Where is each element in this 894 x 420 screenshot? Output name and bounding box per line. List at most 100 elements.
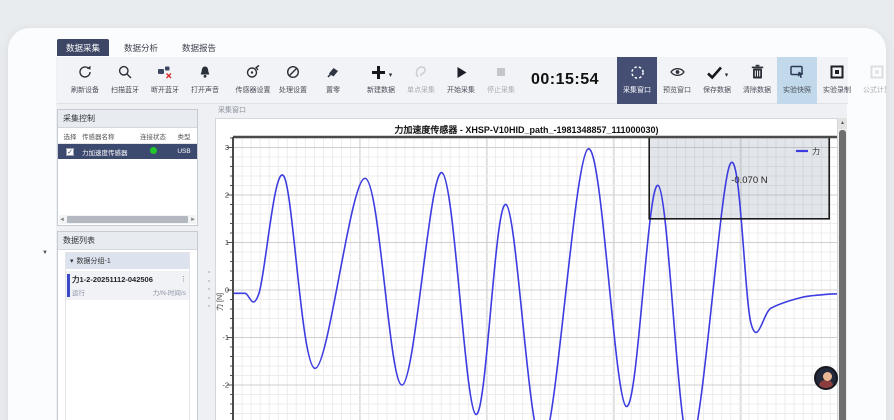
save-data-button[interactable]: ▾ 保存数据 bbox=[697, 57, 737, 104]
column-select: 选择 bbox=[58, 131, 82, 141]
item-accent-bar bbox=[67, 274, 70, 297]
legend-label: 力 bbox=[812, 146, 820, 156]
stop-icon bbox=[494, 65, 508, 84]
group-caret-icon: ▾ bbox=[70, 257, 74, 265]
refresh-icon bbox=[77, 64, 93, 85]
y-tick-label: 0 bbox=[225, 286, 229, 295]
process-settings-button[interactable]: 处理设置 bbox=[273, 57, 313, 104]
single-point-label: 单点采集 bbox=[407, 85, 435, 95]
plus-icon bbox=[370, 64, 387, 86]
stop-collect-label: 停止采集 bbox=[487, 85, 515, 95]
data-list-title: 数据列表 bbox=[58, 232, 197, 250]
check-icon bbox=[706, 65, 723, 85]
ear-icon bbox=[413, 64, 429, 85]
y-tick-label: 3 bbox=[225, 143, 229, 152]
sensor-checkbox[interactable]: ✓ bbox=[66, 148, 74, 156]
sensor-settings-label: 传感器设置 bbox=[236, 85, 271, 95]
refresh-device-button[interactable]: 刷新设备 bbox=[65, 57, 105, 104]
collection-timer: 00:15:54 bbox=[521, 57, 609, 103]
tab-data-collection[interactable]: 数据采集 bbox=[57, 39, 109, 56]
single-point-button[interactable]: 单点采集 bbox=[401, 57, 441, 104]
play-icon bbox=[454, 65, 469, 85]
tab-bar: 数据采集 数据分析 数据报告 bbox=[57, 39, 225, 56]
exp-record-button[interactable]: 实验录制 bbox=[817, 57, 857, 104]
bt-disconnect-icon bbox=[157, 64, 173, 85]
search-icon bbox=[117, 64, 133, 85]
clear-data-button[interactable]: 清除数据 bbox=[737, 57, 777, 104]
scrollbar-thumb[interactable] bbox=[67, 216, 188, 223]
sound-on-button[interactable]: 打开声音 bbox=[185, 57, 225, 104]
formula-icon bbox=[869, 64, 885, 85]
avatar-person-icon bbox=[823, 372, 832, 381]
preview-window-button[interactable]: 预览窗口 bbox=[657, 57, 697, 104]
toolbar: 刷新设备 扫描蓝牙断开蓝牙打开声音 传感器设置处理设置 置零 ▾ 新建数据 单点采集 开始采集… bbox=[57, 57, 848, 104]
waveform-chart[interactable]: -0.070 N 3 2 1 0 -1 -2 力 [N] 力 bbox=[216, 119, 839, 420]
dashed-circle-icon bbox=[629, 64, 646, 86]
chart-vertical-scrollbar[interactable]: ▲ bbox=[838, 118, 847, 420]
sensor-type: USB bbox=[172, 148, 196, 155]
horizontal-scrollbar[interactable]: ◄ ► bbox=[59, 215, 196, 224]
y-axis-label: 力 [N] bbox=[216, 293, 224, 311]
app-window: 数据采集 数据分析 数据报告 刷新设备 扫描蓝牙断开蓝牙打开声音 传感器设置处理设置… bbox=[8, 28, 886, 420]
zero-set-button[interactable]: 置零 bbox=[313, 57, 353, 104]
formula-calc-button[interactable]: 公式计算 bbox=[857, 57, 886, 104]
scroll-left-icon[interactable]: ◄ bbox=[59, 217, 65, 223]
user-avatar[interactable] bbox=[814, 366, 838, 390]
vscrollbar-thumb[interactable] bbox=[839, 130, 846, 420]
new-data-button[interactable]: ▾ 新建数据 bbox=[361, 57, 401, 104]
exp-snapshot-label: 实验快照 bbox=[783, 85, 811, 95]
start-collect-button[interactable]: 开始采集 bbox=[441, 57, 481, 104]
sensor-table-row[interactable]: ✓ 力加速度传感器 USB bbox=[58, 144, 197, 159]
data-item-axes: 力/N-时间/s bbox=[153, 287, 186, 297]
chart-card: 力加速度传感器 - XHSP-V10HID_path_-1981348857_1… bbox=[215, 118, 838, 420]
collection-control-panel: 采集控制 选择 传感器名称 连接状态 类型 ✓ 力加速度传感器 USB ◄ ► bbox=[57, 109, 198, 226]
data-group-header[interactable]: ▾ 数据分组-1 bbox=[66, 253, 189, 269]
new-data-label: 新建数据 bbox=[367, 85, 395, 95]
exp-snapshot-button[interactable]: 实验快照 bbox=[777, 57, 817, 104]
start-collect-label: 开始采集 bbox=[447, 85, 475, 95]
process-settings-label: 处理设置 bbox=[279, 85, 307, 95]
refresh-device-label: 刷新设备 bbox=[71, 85, 99, 95]
zero-set-label: 置零 bbox=[326, 85, 340, 95]
data-list-item[interactable]: 力1-2-20251112-042506 ⋮ 运行 力/N-时间/s bbox=[66, 271, 189, 300]
y-tick-label: -2 bbox=[222, 381, 229, 390]
collect-window-button[interactable]: 采集窗口 bbox=[617, 57, 657, 104]
scroll-up-icon[interactable]: ▲ bbox=[838, 118, 847, 129]
preview-window-label: 预览窗口 bbox=[663, 85, 691, 95]
clear-data-label: 清除数据 bbox=[743, 85, 771, 95]
collect-window-label: 采集窗口 bbox=[623, 85, 651, 95]
data-list-body: ▾ 数据分组-1 力1-2-20251112-042506 ⋮ 运行 力/N-时… bbox=[65, 252, 190, 420]
column-connection-status: 连接状态 bbox=[134, 131, 172, 141]
data-item-title: 力1-2-20251112-042506 bbox=[72, 274, 186, 285]
y-tick-label: 1 bbox=[225, 238, 229, 247]
sensor-settings-button[interactable]: 传感器设置 bbox=[233, 57, 273, 104]
annotation-value: -0.070 N bbox=[731, 175, 768, 186]
formula-calc-label: 公式计算 bbox=[863, 85, 886, 95]
scroll-right-icon[interactable]: ► bbox=[190, 217, 196, 223]
bell-icon bbox=[197, 64, 213, 85]
data-item-status: 运行 bbox=[72, 287, 85, 297]
disconnect-bluetooth-button[interactable]: 断开蓝牙 bbox=[145, 57, 185, 104]
y-tick-label: 2 bbox=[225, 191, 229, 200]
tab-data-report[interactable]: 数据报告 bbox=[173, 39, 225, 56]
sensor-icon bbox=[245, 64, 262, 85]
stop-collect-button[interactable]: 停止采集 bbox=[481, 57, 521, 104]
collection-control-title: 采集控制 bbox=[58, 110, 197, 128]
column-sensor-name: 传感器名称 bbox=[82, 131, 134, 141]
trash-icon bbox=[750, 64, 765, 85]
snapshot-icon bbox=[789, 64, 806, 85]
scan-bluetooth-button[interactable]: 扫描蓝牙 bbox=[105, 57, 145, 104]
sidebar-collapse-arrow[interactable]: ▼ bbox=[42, 250, 48, 256]
connection-status-dot bbox=[150, 147, 157, 154]
dropdown-caret-icon[interactable]: ▾ bbox=[389, 71, 393, 79]
save-data-label: 保存数据 bbox=[703, 85, 731, 95]
exp-record-label: 实验录制 bbox=[823, 85, 851, 95]
item-menu-icon[interactable]: ⋮ bbox=[180, 275, 187, 283]
dropdown-caret-icon[interactable]: ▾ bbox=[725, 71, 729, 79]
sound-on-label: 打开声音 bbox=[191, 85, 219, 95]
panel-splitter-handle[interactable] bbox=[206, 271, 212, 307]
tab-data-analysis[interactable]: 数据分析 bbox=[115, 39, 167, 56]
scan-bluetooth-label: 扫描蓝牙 bbox=[111, 85, 139, 95]
y-tick-label: -1 bbox=[222, 333, 229, 342]
flag-icon bbox=[325, 64, 341, 85]
